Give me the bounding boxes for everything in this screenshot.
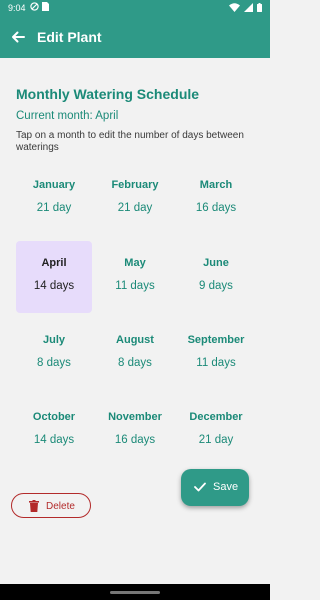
- month-name: September: [187, 334, 245, 346]
- month-cell-december[interactable]: December 21 day: [178, 395, 254, 467]
- month-name: April: [41, 257, 67, 269]
- status-bar: 9:04: [0, 0, 270, 16]
- month-name: January: [32, 179, 76, 191]
- month-days: 8 days: [37, 357, 71, 369]
- month-days: 21 day: [36, 202, 72, 214]
- month-cell-august[interactable]: August 8 days: [97, 318, 173, 390]
- page-title: Edit Plant: [37, 29, 102, 45]
- trash-icon: [29, 500, 39, 512]
- section-title: Monthly Watering Schedule: [16, 86, 200, 102]
- check-icon: [194, 482, 206, 492]
- month-days: 14 days: [33, 434, 75, 446]
- save-button[interactable]: Save: [181, 469, 249, 506]
- month-days: 16 days: [114, 434, 156, 446]
- month-cell-april[interactable]: April 14 days: [16, 241, 92, 313]
- month-cell-june[interactable]: June 9 days: [178, 241, 254, 313]
- app-bar: Edit Plant: [0, 16, 270, 58]
- month-name: July: [42, 334, 65, 346]
- status-left-icons: [30, 2, 49, 11]
- delete-button[interactable]: Delete: [11, 493, 91, 518]
- save-label: Save: [213, 481, 239, 493]
- battery-icon: [257, 3, 262, 12]
- sim-card-icon: [42, 2, 49, 11]
- month-days: 11 days: [115, 280, 155, 292]
- month-cell-november[interactable]: November 16 days: [97, 395, 173, 467]
- instructions-text: Tap on a month to edit the number of day…: [16, 130, 244, 153]
- month-days: 21 day: [198, 434, 234, 446]
- do-not-disturb-icon: [30, 2, 39, 11]
- month-name: February: [111, 179, 159, 191]
- month-name: March: [199, 179, 233, 191]
- month-days: 16 days: [195, 202, 237, 214]
- month-name: October: [32, 411, 76, 423]
- month-cell-march[interactable]: March 16 days: [178, 163, 254, 235]
- month-days: 11 days: [196, 357, 236, 369]
- delete-label: Delete: [46, 501, 75, 512]
- month-days: 9 days: [199, 280, 233, 292]
- month-days: 14 days: [33, 280, 75, 292]
- home-gesture-handle[interactable]: [110, 591, 160, 594]
- month-name: August: [116, 334, 154, 346]
- month-cell-july[interactable]: July 8 days: [16, 318, 92, 390]
- month-cell-february[interactable]: February 21 day: [97, 163, 173, 235]
- month-days: 21 day: [117, 202, 153, 214]
- month-name: December: [189, 411, 243, 423]
- arrow-back-icon[interactable]: [10, 29, 26, 45]
- current-month-label: Current month: April: [16, 110, 119, 122]
- month-name: November: [108, 411, 162, 423]
- month-cell-may[interactable]: May 11 days: [97, 241, 173, 313]
- month-name: May: [124, 257, 146, 269]
- navigation-bar: [0, 584, 270, 600]
- wifi-icon: [229, 3, 240, 12]
- month-cell-september[interactable]: September 11 days: [178, 318, 254, 390]
- month-cell-january[interactable]: January 21 day: [16, 163, 92, 235]
- status-right-icons: [229, 3, 262, 12]
- status-time: 9:04: [8, 3, 26, 13]
- month-name: June: [203, 257, 229, 269]
- cell-signal-icon: [244, 3, 253, 12]
- month-cell-october[interactable]: October 14 days: [16, 395, 92, 467]
- month-days: 8 days: [118, 357, 152, 369]
